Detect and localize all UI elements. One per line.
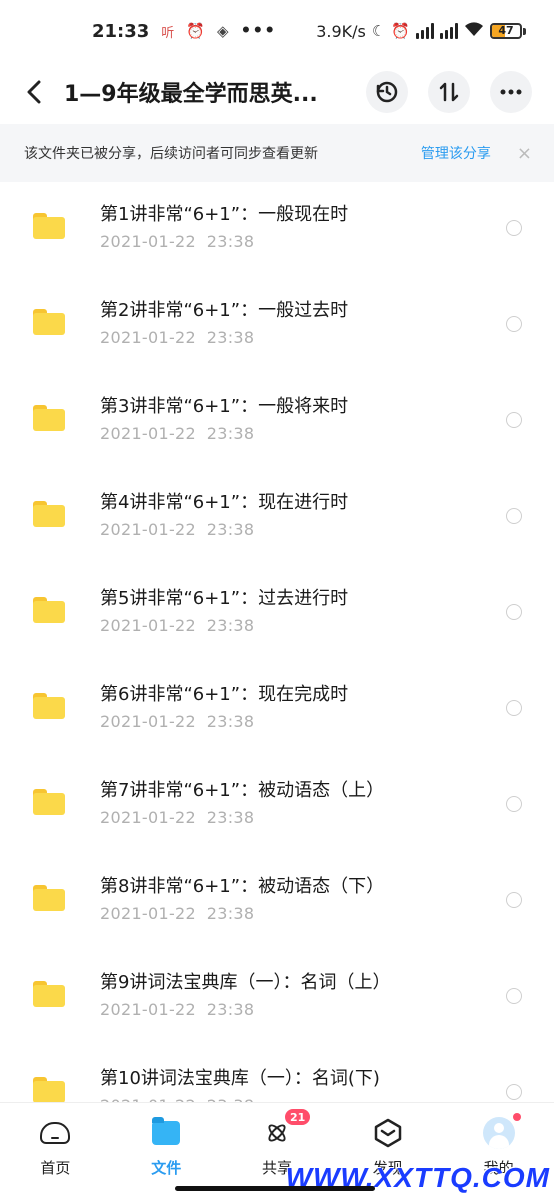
select-radio[interactable] — [506, 892, 522, 908]
share-notice-text: 该文件夹已被分享，后续访问者可同步查看更新 — [24, 146, 318, 162]
folder-icon — [33, 981, 65, 1007]
file-date: 2021-01-22 23:38 — [100, 232, 255, 251]
file-row[interactable]: 第5讲非常“6+1”：过去进行时 2021-01-22 23:38 — [0, 566, 554, 662]
file-name: 第9讲词法宝典库（一）：名词（上） — [100, 972, 391, 993]
file-row[interactable]: 第6讲非常“6+1”：现在完成时 2021-01-22 23:38 — [0, 662, 554, 758]
file-row[interactable]: 第8讲非常“6+1”：被动语态（下） 2021-01-22 23:38 — [0, 854, 554, 950]
listen-icon: 听 — [161, 25, 175, 41]
folder-icon — [33, 213, 65, 239]
nav-home-label: 首页 — [40, 1159, 71, 1177]
more-button[interactable] — [490, 71, 532, 113]
folder-icon — [33, 885, 65, 911]
file-row[interactable]: 第4讲非常“6+1”：现在进行时 2021-01-22 23:38 — [0, 470, 554, 566]
select-radio[interactable] — [506, 316, 522, 332]
alarm-icon: ⏰ — [186, 22, 205, 40]
history-icon — [376, 81, 398, 103]
file-name: 第4讲非常“6+1”：现在进行时 — [100, 492, 349, 513]
discover-icon — [372, 1117, 404, 1149]
more-notifications-icon: ••• — [240, 21, 277, 41]
sort-button[interactable] — [428, 71, 470, 113]
folder-icon — [33, 789, 65, 815]
file-row[interactable]: 第1讲非常“6+1”：一般现在时 2021-01-22 23:38 — [0, 182, 554, 278]
select-radio[interactable] — [506, 1084, 522, 1100]
history-button[interactable] — [366, 71, 408, 113]
alarm-status-icon: ⏰ — [391, 22, 410, 40]
file-date: 2021-01-22 23:38 — [100, 328, 255, 347]
file-date: 2021-01-22 23:38 — [100, 1000, 255, 1019]
wifi-icon — [464, 21, 484, 41]
file-row[interactable]: 第10讲词法宝典库（一）：名词(下)2021-01-22 23:38 — [0, 1046, 554, 1102]
back-button[interactable] — [20, 72, 48, 112]
folder-icon — [33, 501, 65, 527]
folder-icon — [33, 1077, 65, 1102]
moon-icon: ☾ — [371, 22, 386, 40]
chevron-left-icon — [27, 80, 41, 104]
folder-icon — [33, 597, 65, 623]
file-date: 2021-01-22 23:38 — [100, 520, 255, 539]
battery-level: 47 — [498, 24, 514, 37]
avatar-icon — [482, 1113, 521, 1149]
share-banner: 该文件夹已被分享，后续访问者可同步查看更新 管理该分享 × — [0, 124, 554, 182]
home-indicator — [175, 1186, 375, 1191]
nav-files-label: 文件 — [151, 1159, 182, 1177]
file-row[interactable]: 第3讲非常“6+1”：一般将来时 2021-01-22 23:38 — [0, 374, 554, 470]
select-radio[interactable] — [506, 604, 522, 620]
folder-icon — [150, 1117, 182, 1149]
file-date: 2021-01-22 23:38 — [100, 904, 255, 923]
file-name: 第8讲非常“6+1”：被动语态（下） — [100, 876, 385, 897]
folder-icon — [33, 405, 65, 431]
file-name: 第7讲非常“6+1”：被动语态（上） — [100, 780, 385, 801]
app-notification-icon: ◈ — [217, 22, 229, 40]
file-row[interactable]: 第9讲词法宝典库（一）：名词（上） 2021-01-22 23:38 — [0, 950, 554, 1046]
page-title: 1—9年级最全学而思英... — [64, 82, 318, 107]
file-date: 2021-01-22 23:38 — [100, 712, 255, 731]
network-speed: 3.9K/s — [316, 21, 366, 41]
file-name: 第10讲词法宝典库（一）：名词(下) — [100, 1068, 380, 1089]
select-radio[interactable] — [506, 508, 522, 524]
home-icon — [39, 1117, 71, 1149]
file-row[interactable]: 第2讲非常“6+1”：一般过去时 2021-01-22 23:38 — [0, 278, 554, 374]
status-time: 21:33 — [92, 20, 150, 42]
nav-home[interactable]: 首页 — [0, 1103, 111, 1200]
select-radio[interactable] — [506, 700, 522, 716]
share-orbit-icon: 21 — [261, 1107, 313, 1149]
file-name: 第3讲非常“6+1”：一般将来时 — [100, 396, 349, 417]
battery-icon: 47 — [490, 23, 526, 39]
file-list: 第1讲非常“6+1”：一般现在时 2021-01-22 23:38 第2讲非常“6+… — [0, 182, 554, 1102]
manage-share-link[interactable]: 管理该分享 — [421, 143, 491, 163]
status-bar: 21:33 听 ⏰ ◈ ••• 3.9K/s ☾ ⏰ 47 — [0, 0, 554, 62]
signal-icon — [416, 23, 434, 39]
select-radio[interactable] — [506, 412, 522, 428]
select-radio[interactable] — [506, 220, 522, 236]
select-radio[interactable] — [506, 796, 522, 812]
folder-icon — [33, 693, 65, 719]
file-date: 2021-01-22 23:38 — [100, 424, 255, 443]
file-row[interactable]: 第7讲非常“6+1”：被动语态（上） 2021-01-22 23:38 — [0, 758, 554, 854]
more-icon — [500, 89, 522, 95]
file-date: 2021-01-22 23:38 — [100, 616, 255, 635]
file-name: 第1讲非常“6+1”：一般现在时 — [100, 204, 349, 225]
select-radio[interactable] — [506, 988, 522, 1004]
sort-icon — [439, 82, 459, 102]
file-name: 第6讲非常“6+1”：现在完成时 — [100, 684, 349, 705]
close-banner-icon[interactable]: × — [517, 143, 532, 164]
file-name: 第2讲非常“6+1”：一般过去时 — [100, 300, 349, 321]
header: 1—9年级最全学而思英... — [0, 62, 554, 122]
file-name: 第5讲非常“6+1”：过去进行时 — [100, 588, 349, 609]
file-date: 2021-01-22 23:38 — [100, 808, 255, 827]
signal-icon-2 — [440, 23, 458, 39]
share-badge: 21 — [282, 1107, 313, 1127]
notification-dot — [512, 1113, 521, 1121]
folder-icon — [33, 309, 65, 335]
